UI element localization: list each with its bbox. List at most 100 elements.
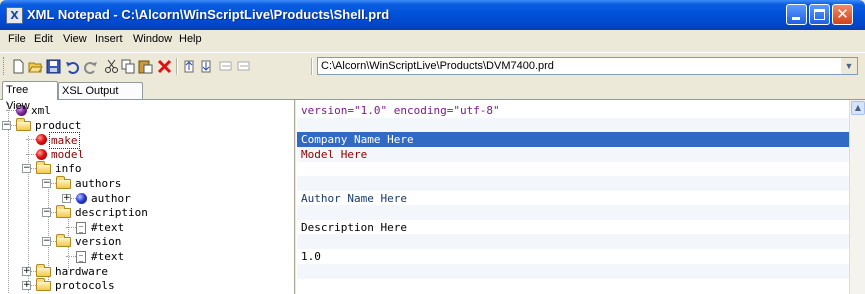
text-icon bbox=[76, 251, 86, 263]
tree-node-text: info bbox=[53, 161, 84, 176]
value-row[interactable]: 1.0 bbox=[297, 249, 849, 264]
tree-node-description[interactable]: − description bbox=[0, 205, 294, 220]
new-icon[interactable] bbox=[11, 59, 26, 74]
collapse-icon[interactable]: − bbox=[2, 120, 11, 130]
open-icon[interactable] bbox=[28, 59, 43, 74]
tree-node-text: model bbox=[49, 147, 86, 162]
menu-insert[interactable]: Insert bbox=[95, 33, 123, 45]
tree-node-authors[interactable]: − authors bbox=[0, 176, 294, 191]
collapse-icon[interactable]: − bbox=[42, 179, 51, 188]
scroll-up-icon[interactable]: ▲ bbox=[851, 101, 865, 115]
collapse-icon[interactable]: − bbox=[42, 208, 51, 218]
nudge-down-icon[interactable] bbox=[199, 59, 214, 74]
tab-tree-view[interactable]: Tree View bbox=[2, 81, 58, 112]
cut-icon[interactable] bbox=[104, 59, 119, 74]
folder-icon bbox=[56, 205, 71, 219]
tree-node-label: version bbox=[75, 235, 122, 249]
tree-node-label: #text bbox=[91, 250, 125, 263]
expand-icon[interactable]: + bbox=[62, 193, 71, 203]
menu-edit[interactable]: Edit bbox=[34, 33, 53, 45]
value-row-selected[interactable]: Company Name Here bbox=[297, 132, 849, 148]
menu-window[interactable]: Window bbox=[133, 33, 172, 45]
value-row[interactable] bbox=[297, 234, 849, 250]
tree-node-info[interactable]: − info bbox=[0, 161, 294, 176]
minimize-button[interactable] bbox=[786, 4, 807, 25]
toolbar-grip[interactable] bbox=[3, 57, 7, 75]
text-icon bbox=[76, 221, 86, 234]
expand-icon[interactable]: + bbox=[22, 266, 31, 276]
red-ball-icon bbox=[36, 134, 47, 146]
tree-node-make[interactable]: make bbox=[0, 132, 294, 150]
save-icon[interactable] bbox=[46, 59, 61, 74]
folder-icon bbox=[36, 278, 51, 292]
toolbar-separator bbox=[176, 58, 178, 75]
tree-node-text: description bbox=[73, 205, 150, 220]
tree-node-product[interactable]: − product bbox=[0, 117, 294, 133]
menu-view[interactable]: View bbox=[63, 33, 87, 45]
nudge-left-icon[interactable] bbox=[218, 59, 233, 74]
tree-node-text[interactable]: #text bbox=[0, 220, 294, 235]
tree-connector bbox=[66, 226, 76, 228]
tree-node-text: product bbox=[33, 118, 83, 133]
vertical-scrollbar[interactable]: ▲ bbox=[849, 100, 865, 294]
nudge-up-icon[interactable] bbox=[182, 59, 197, 74]
minimize-icon bbox=[792, 17, 800, 20]
value-row[interactable] bbox=[297, 263, 849, 279]
tree-node-text: version bbox=[73, 234, 123, 249]
undo-icon[interactable] bbox=[65, 59, 80, 74]
delete-icon[interactable] bbox=[157, 59, 172, 74]
menu-file[interactable]: File bbox=[8, 33, 26, 45]
tree-node-model[interactable]: model bbox=[0, 147, 294, 162]
value-row[interactable] bbox=[297, 205, 849, 221]
value-row[interactable]: Author Name Here bbox=[297, 191, 849, 206]
value-row[interactable]: version="1.0" encoding="utf-8" bbox=[297, 103, 849, 118]
maximize-button[interactable] bbox=[809, 4, 830, 25]
paste-icon[interactable] bbox=[138, 59, 153, 74]
tree-node-text: author bbox=[89, 191, 133, 206]
collapse-icon[interactable]: − bbox=[42, 237, 51, 247]
menu-help[interactable]: Help bbox=[179, 33, 202, 45]
maximize-icon bbox=[814, 9, 825, 20]
tree-node-text[interactable]: #text bbox=[0, 249, 294, 264]
file-path-combo[interactable]: C:\Alcorn\WinScriptLive\Products\DVM7400… bbox=[317, 57, 858, 75]
value-row[interactable] bbox=[297, 176, 849, 191]
tree-node-hardware[interactable]: + hardware bbox=[0, 263, 294, 279]
tree-node-label: author bbox=[91, 191, 131, 205]
tree-node-text: hardware bbox=[53, 264, 110, 279]
menu-bar: File Edit View Insert Window Help bbox=[0, 30, 865, 50]
tree-node-text: #text bbox=[89, 220, 126, 235]
tree-node-label: product bbox=[35, 118, 82, 132]
tree-node-label: protocols bbox=[55, 279, 115, 293]
tree-connector bbox=[26, 139, 36, 141]
editor-area: xml − product make model − info − authors + author… bbox=[0, 99, 865, 294]
close-button[interactable]: ✕ bbox=[832, 4, 853, 25]
tree-node-version[interactable]: − version bbox=[0, 234, 294, 249]
tree-node-label: description bbox=[75, 206, 148, 220]
nudge-right-icon[interactable] bbox=[236, 59, 251, 74]
value-row[interactable]: Description Here bbox=[297, 220, 849, 235]
tree-node-author[interactable]: + author bbox=[0, 191, 294, 206]
folder-icon bbox=[56, 176, 71, 189]
tree-connector bbox=[26, 153, 36, 155]
tab-xsl-output[interactable]: XSL Output bbox=[58, 82, 143, 99]
title-bar[interactable]: X XML Notepad - C:\Alcorn\WinScriptLive\… bbox=[0, 0, 865, 30]
tree-connector bbox=[66, 256, 76, 257]
toolbar-separator bbox=[311, 58, 313, 75]
tree-node-label: hardware bbox=[55, 264, 108, 278]
tree-node-xml[interactable]: xml bbox=[0, 103, 294, 118]
value-row[interactable] bbox=[297, 117, 849, 133]
xml-notepad-app-icon[interactable]: X bbox=[6, 7, 23, 24]
collapse-icon[interactable]: − bbox=[22, 164, 31, 174]
copy-icon[interactable] bbox=[121, 59, 136, 74]
tree-pane[interactable]: xml − product make model − info − authors + author… bbox=[0, 100, 294, 294]
redo-icon[interactable] bbox=[83, 59, 98, 74]
value-pane[interactable]: version="1.0" encoding="utf-8" Company Na… bbox=[297, 100, 849, 294]
value-row[interactable] bbox=[297, 161, 849, 176]
tree-node-text: make bbox=[49, 132, 80, 150]
tree-node-protocols[interactable]: + protocols bbox=[0, 278, 294, 293]
expand-icon[interactable]: + bbox=[22, 281, 31, 291]
value-row[interactable]: Model Here bbox=[297, 146, 849, 162]
chevron-down-icon[interactable]: ▼ bbox=[841, 58, 857, 74]
toolbar: C:\Alcorn\WinScriptLive\Products\DVM7400… bbox=[0, 52, 865, 79]
value-row[interactable] bbox=[297, 278, 849, 293]
